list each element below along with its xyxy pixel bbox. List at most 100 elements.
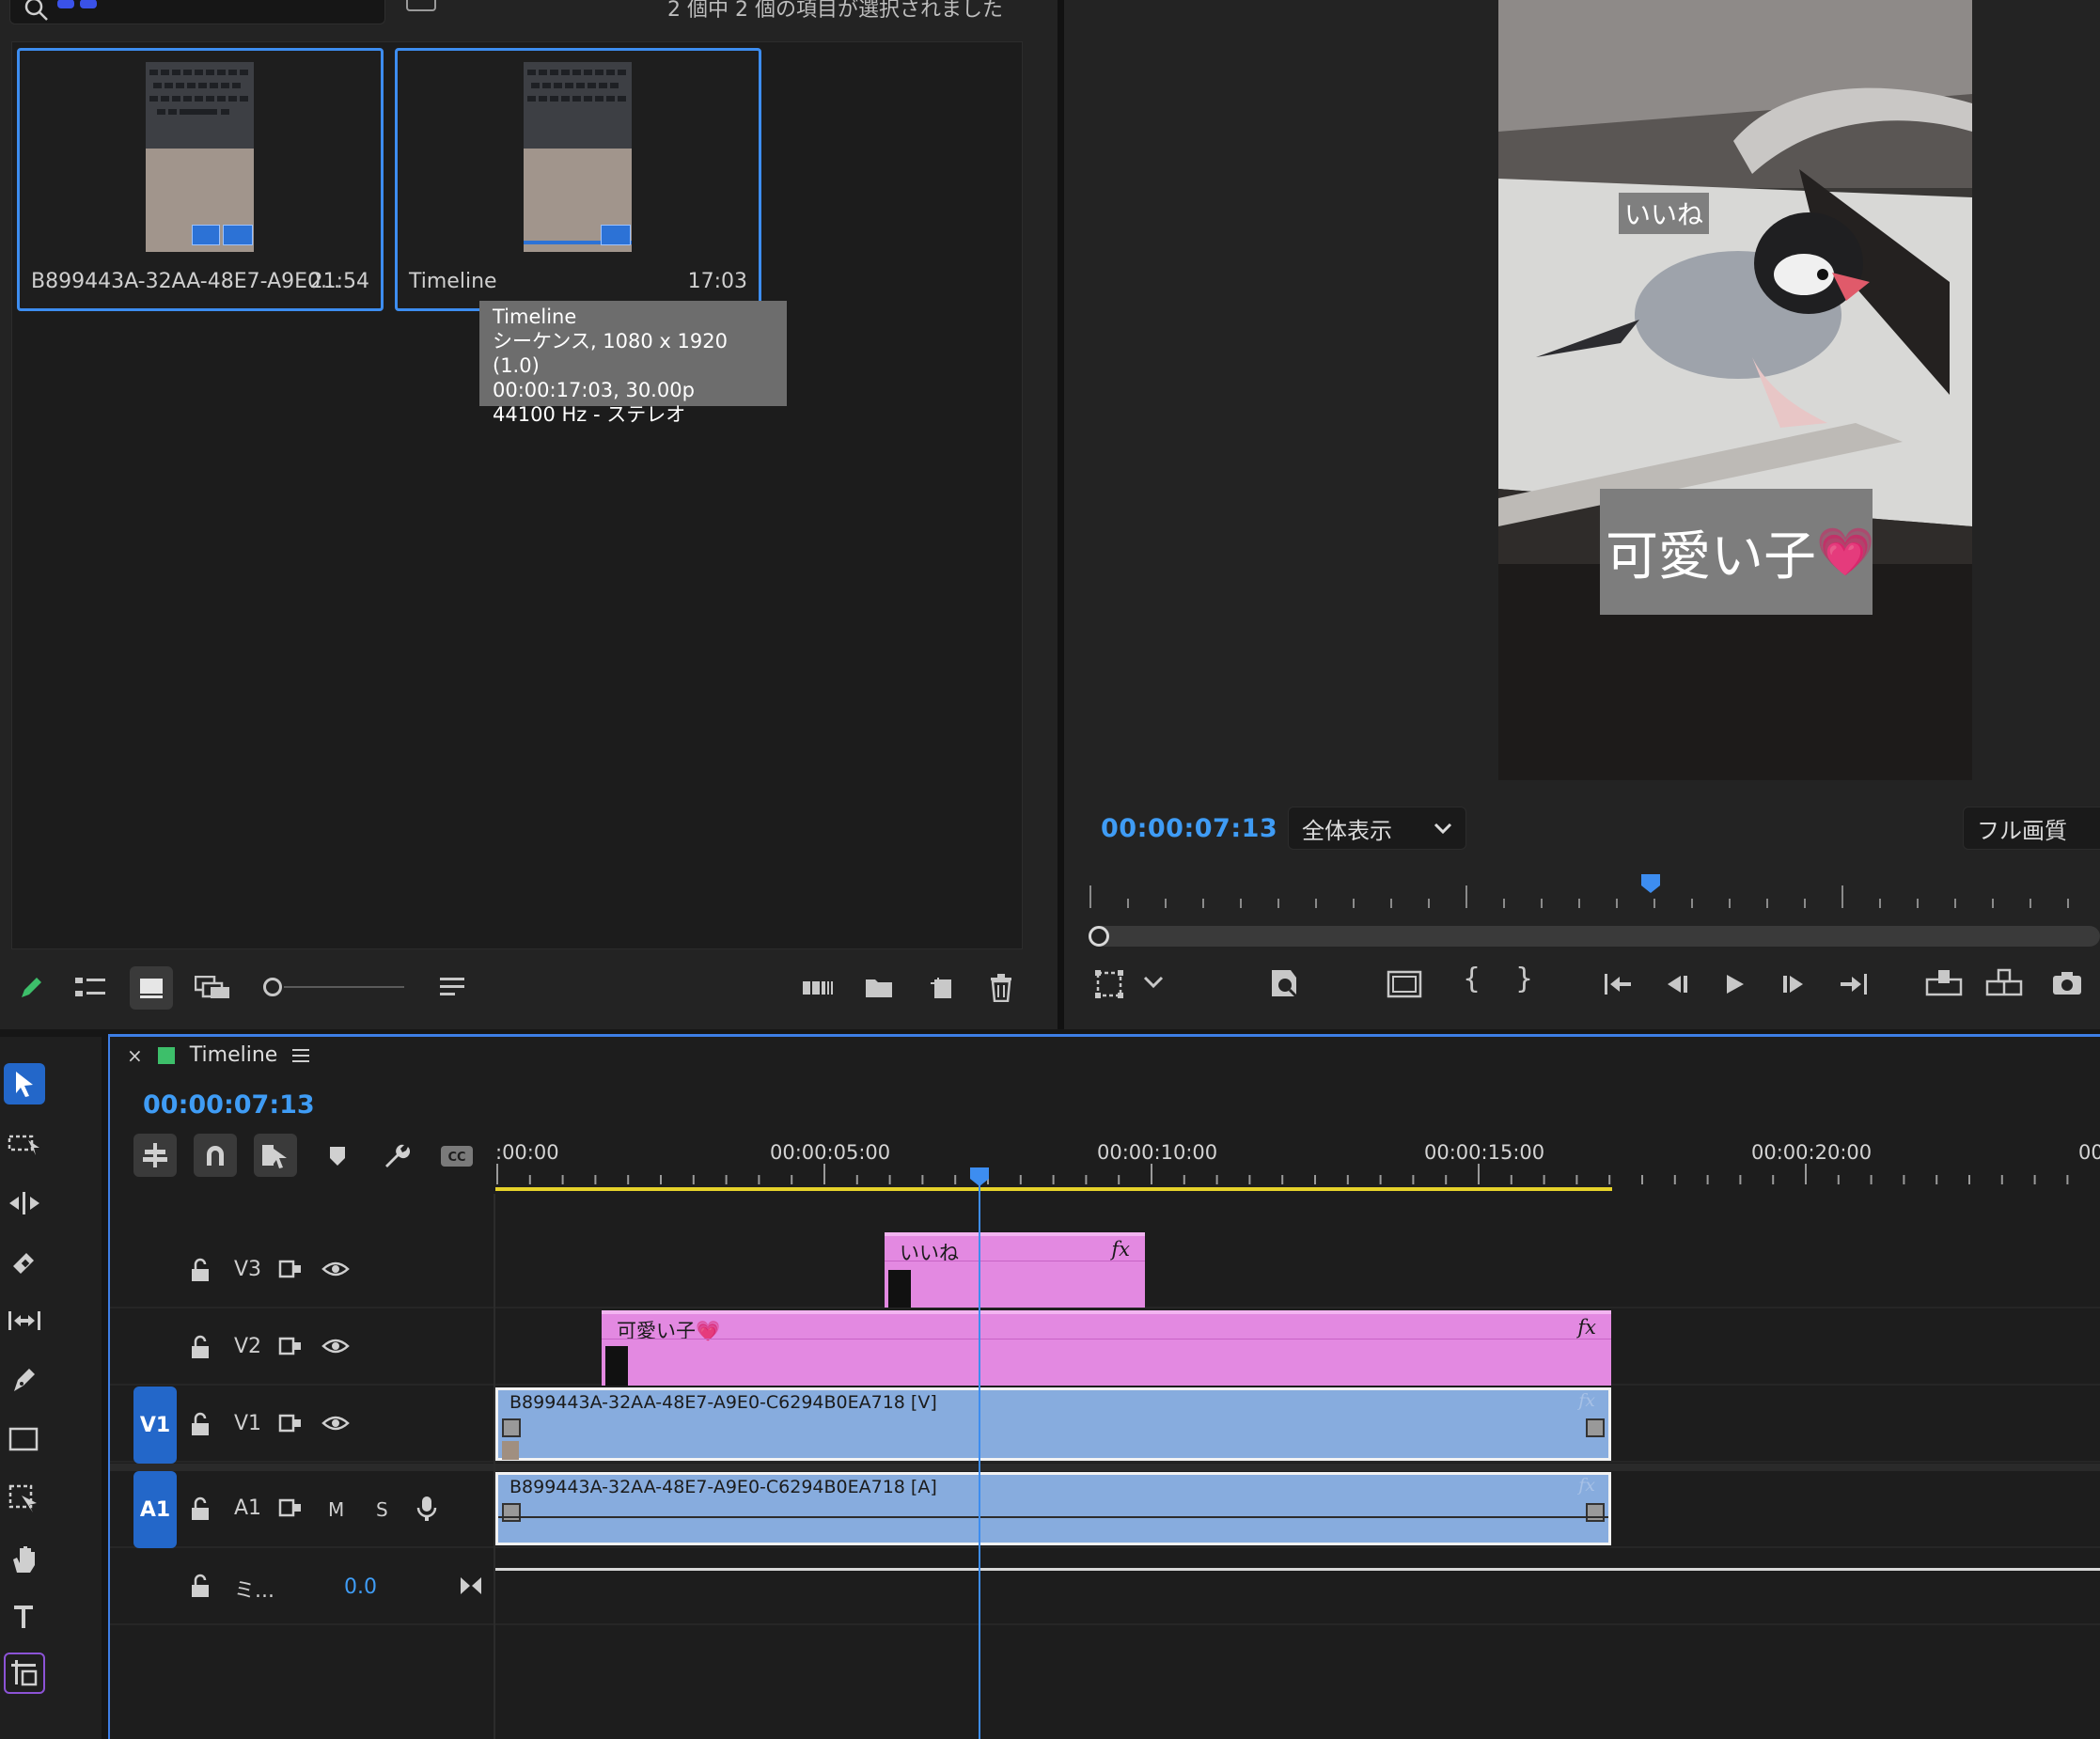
lock-icon[interactable]	[190, 1574, 211, 1598]
track-name-v1: V1	[234, 1412, 262, 1435]
solo-button[interactable]: S	[376, 1498, 388, 1521]
insert-nest-button[interactable]	[133, 1134, 177, 1177]
ruler-label: 00:00:15:00	[1424, 1141, 1545, 1164]
project-item-clip[interactable]: B899443A-32AA-48E7-A9E0... 21:54	[17, 48, 384, 311]
wrench-icon[interactable]	[382, 1141, 410, 1169]
safe-margins-icon[interactable]	[1093, 968, 1125, 1000]
captions-icon[interactable]: CC	[440, 1145, 474, 1167]
step-forward-icon[interactable]	[1780, 972, 1807, 996]
type-tool[interactable]	[4, 1596, 45, 1637]
sync-lock-icon[interactable]	[278, 1337, 303, 1355]
zoom-slider-handle[interactable]	[263, 978, 282, 996]
graphic-clip-kawaiiko[interactable]: 可愛い子💗 fx	[602, 1310, 1611, 1386]
new-bin-icon[interactable]	[865, 976, 893, 998]
slip-tool[interactable]	[4, 1300, 45, 1341]
mix-volume[interactable]: 0.0	[344, 1575, 377, 1599]
play-icon[interactable]	[1724, 972, 1747, 996]
ruler-label: 00	[2078, 1141, 2100, 1164]
magnet-icon	[207, 1146, 224, 1166]
sync-lock-icon[interactable]	[278, 1498, 303, 1517]
eye-icon[interactable]	[321, 1337, 350, 1355]
transition-out-icon[interactable]	[1586, 1503, 1605, 1522]
go-to-end-icon[interactable]	[459, 1575, 483, 1596]
monitor-timecode[interactable]: 00:00:07:13	[1101, 814, 1277, 843]
transition-in-icon[interactable]	[502, 1418, 521, 1437]
type-icon	[14, 1606, 33, 1628]
pencil-icon[interactable]	[17, 974, 45, 1002]
source-patch-a1[interactable]: A1	[133, 1471, 177, 1548]
auto-reframe-tool[interactable]	[4, 1653, 45, 1694]
transition-out-icon[interactable]	[1586, 1418, 1605, 1437]
step-back-icon[interactable]	[1664, 972, 1690, 996]
pen-tool[interactable]	[4, 1359, 45, 1401]
timeline-tab[interactable]: × Timeline	[127, 1043, 311, 1067]
audio-volume-line[interactable]	[498, 1516, 1608, 1518]
video-audio-divider[interactable]	[110, 1464, 2100, 1471]
add-marker-icon[interactable]	[327, 1145, 348, 1167]
lock-icon[interactable]	[190, 1335, 211, 1359]
close-tab-icon[interactable]: ×	[127, 1044, 143, 1067]
playback-quality-select[interactable]: フル画質	[1963, 807, 2100, 850]
track-header-divider	[494, 1194, 495, 1739]
razor-tool[interactable]	[4, 1242, 45, 1283]
source-patch-v1[interactable]: V1	[133, 1386, 177, 1464]
project-item-sequence[interactable]: Timeline 17:03	[395, 48, 761, 311]
lift-icon[interactable]	[1925, 968, 1963, 998]
new-search-bin-icon[interactable]	[406, 0, 436, 11]
marker-icon[interactable]	[1268, 968, 1300, 1000]
zoom-level-select[interactable]: 全体表示	[1288, 807, 1466, 850]
list-view-icon[interactable]	[75, 976, 107, 1000]
track-name-a1: A1	[234, 1496, 262, 1520]
extract-icon[interactable]	[1985, 968, 2023, 998]
snap-button[interactable]	[194, 1134, 237, 1177]
rectangle-tool[interactable]	[4, 1418, 45, 1460]
eye-icon[interactable]	[321, 1414, 350, 1433]
automate-to-sequence-icon[interactable]	[803, 978, 835, 998]
timeline-playhead-line[interactable]	[979, 1169, 980, 1739]
scrollbar-handle[interactable]	[1089, 926, 1109, 947]
icon-view-button[interactable]	[130, 966, 173, 1010]
eye-icon[interactable]	[321, 1260, 350, 1278]
sort-icon[interactable]	[440, 976, 466, 1000]
selection-tool[interactable]	[4, 1063, 45, 1104]
export-frame-icon[interactable]	[2051, 970, 2083, 996]
go-to-out-icon[interactable]	[1839, 972, 1869, 996]
hand-tool[interactable]	[4, 1538, 45, 1579]
track-select-tool[interactable]	[4, 1123, 45, 1165]
timeline-ruler[interactable]	[495, 1164, 2100, 1201]
microphone-icon[interactable]	[415, 1495, 438, 1523]
selection-status: 2 個中 2 個の項目が選択されました	[667, 0, 1003, 22]
audio-clip-a1[interactable]: B899443A-32AA-48E7-A9E0-C6294B0EA718 [A]…	[495, 1472, 1611, 1545]
search-input[interactable]	[9, 0, 385, 24]
monitor-time-ruler[interactable]	[1089, 874, 2100, 912]
linked-selection-button[interactable]	[254, 1134, 297, 1177]
video-clip-v1[interactable]: B899443A-32AA-48E7-A9E0-C6294B0EA718 [V]…	[495, 1387, 1611, 1461]
monitor-zoom-scrollbar[interactable]	[1089, 926, 2100, 947]
work-area-bar[interactable]	[495, 1187, 1612, 1191]
mark-in-icon[interactable]: {	[1463, 963, 1481, 995]
trash-icon[interactable]	[989, 974, 1013, 1002]
chevron-down-icon[interactable]	[1143, 976, 1164, 991]
sync-lock-icon[interactable]	[278, 1260, 303, 1278]
graphic-clip-iine[interactable]: いいね fx	[885, 1232, 1145, 1308]
freeform-view-icon[interactable]	[195, 976, 230, 1000]
timeline-timecode[interactable]: 00:00:07:13	[143, 1090, 315, 1120]
go-to-in-icon[interactable]	[1603, 972, 1633, 996]
lock-icon[interactable]	[190, 1258, 211, 1282]
sync-lock-icon[interactable]	[278, 1414, 303, 1433]
zoom-slider-track[interactable]	[284, 986, 404, 988]
transition-in-icon[interactable]	[502, 1503, 521, 1522]
toggle-display-icon[interactable]	[1387, 970, 1422, 998]
hamburger-menu-icon[interactable]	[292, 1047, 311, 1064]
track-name-mix: ミ...	[234, 1579, 274, 1603]
mark-out-icon[interactable]: }	[1515, 963, 1533, 995]
lock-icon[interactable]	[190, 1412, 211, 1436]
object-select-tool[interactable]	[4, 1479, 45, 1520]
program-video-frame[interactable]: いいね 可愛い子 💗	[1498, 0, 1972, 780]
monitor-playhead[interactable]	[1641, 874, 1660, 893]
ripple-edit-tool[interactable]	[4, 1183, 45, 1224]
new-item-icon[interactable]	[929, 976, 953, 1000]
mute-button[interactable]: M	[328, 1498, 344, 1521]
chevron-down-icon	[1434, 822, 1452, 835]
lock-icon[interactable]	[190, 1496, 211, 1521]
